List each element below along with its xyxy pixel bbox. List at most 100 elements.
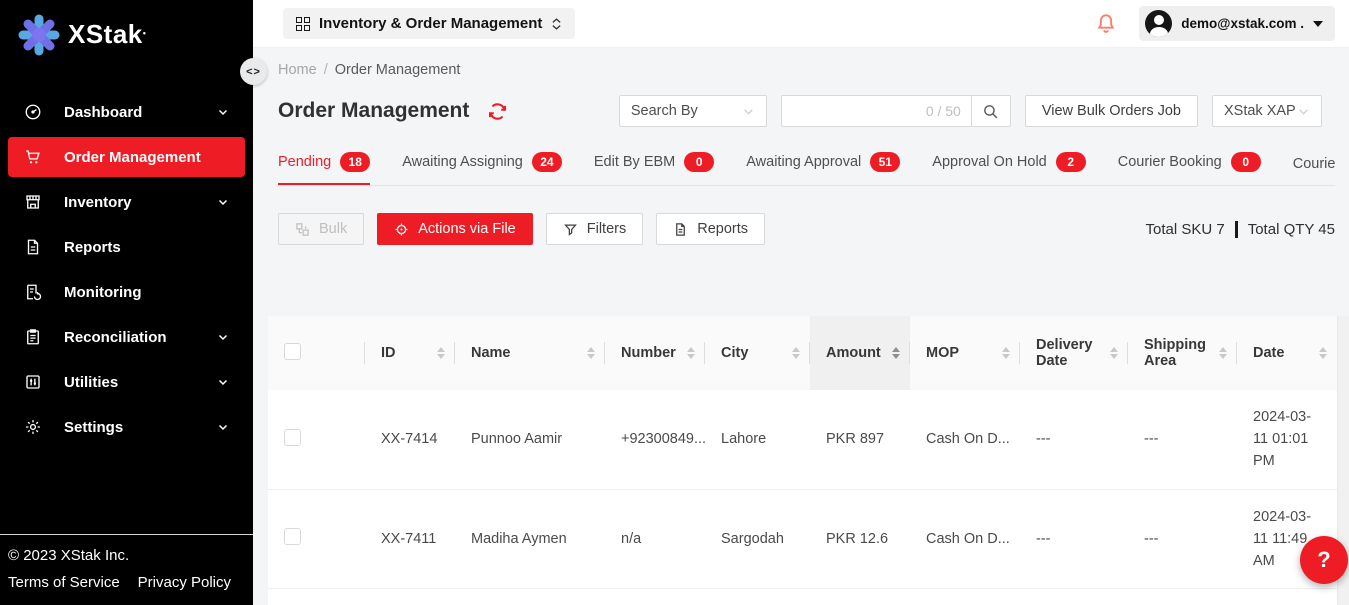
monitoring-icon: [24, 283, 42, 301]
tab-courier-booking[interactable]: Courier Booking 0: [1118, 148, 1261, 185]
actions-via-file-button[interactable]: Actions via File: [377, 213, 533, 245]
bulk-icon: [295, 222, 310, 237]
header-delivery-date[interactable]: Delivery Date: [1020, 316, 1128, 390]
cell-mop: Cash On D...: [910, 489, 1020, 588]
header-shipping-area[interactable]: Shipping Area: [1128, 316, 1237, 390]
sort-icon[interactable]: [792, 347, 800, 359]
sidebar-footer: © 2023 XStak Inc. Terms of Service Priva…: [0, 534, 253, 605]
sidebar-item-dashboard[interactable]: Dashboard: [8, 92, 245, 132]
user-menu-button[interactable]: demo@xstak.com .: [1139, 6, 1335, 41]
sort-icon[interactable]: [892, 347, 900, 359]
avatar: [1145, 10, 1172, 37]
tab-count-badge: 24: [532, 152, 562, 172]
header-amount[interactable]: Amount: [810, 316, 910, 390]
header-mop[interactable]: MOP: [910, 316, 1020, 390]
sidebar-item-monitoring[interactable]: Monitoring: [8, 272, 245, 312]
view-bulk-orders-button[interactable]: View Bulk Orders Job: [1025, 95, 1198, 127]
header-select-all: [268, 316, 365, 390]
cell-delivery-date: ---: [1020, 588, 1128, 605]
main-area: Inventory & Order Management demo@xstak.…: [253, 0, 1349, 605]
tab-courier-processing[interactable]: Courier Processing: [1293, 152, 1335, 185]
chevron-down-icon: [217, 106, 229, 118]
header-id[interactable]: ID: [365, 316, 455, 390]
title-row: Order Management Search By: [278, 95, 1322, 127]
filters-button[interactable]: Filters: [546, 213, 643, 245]
cell-city: Sargodah: [705, 489, 810, 588]
xstak-xap-select[interactable]: XStak XAP: [1212, 95, 1322, 127]
bulk-button[interactable]: Bulk: [278, 213, 364, 245]
table-row[interactable]: XX-7414 Punnoo Aamir +92300849... Lahore…: [268, 390, 1337, 489]
target-icon: [394, 222, 409, 237]
sidebar-item-reports[interactable]: Reports: [8, 227, 245, 267]
cell-city: Lahore: [705, 390, 810, 489]
sort-icon[interactable]: [587, 347, 595, 359]
tab-label: Awaiting Assigning: [402, 154, 523, 170]
select-all-checkbox[interactable]: [284, 343, 301, 360]
sort-icon[interactable]: [1002, 347, 1010, 359]
tab-awaiting-assigning[interactable]: Awaiting Assigning 24: [402, 148, 562, 185]
cell-name: Madiha Aymen: [455, 588, 605, 605]
sort-icon[interactable]: [1219, 347, 1227, 359]
breadcrumb-current: Order Management: [335, 62, 461, 78]
table-row[interactable]: XX-7411 Madiha Aymen n/a Sargodah PKR 12…: [268, 489, 1337, 588]
row-checkbox[interactable]: [284, 528, 301, 545]
terms-of-service-link[interactable]: Terms of Service: [8, 574, 120, 591]
cell-delivery-date: ---: [1020, 489, 1128, 588]
sidebar-item-reconciliation[interactable]: Reconciliation: [8, 317, 245, 357]
sidebar-item-label: Utilities: [64, 374, 118, 391]
tab-label: Edit By EBM: [594, 154, 675, 170]
table-toolbar: Bulk Actions via File Filters Reports To…: [278, 213, 1335, 245]
chevron-down-icon: [217, 331, 229, 343]
breadcrumb-separator: /: [324, 62, 328, 78]
breadcrumb-home[interactable]: Home: [278, 62, 317, 78]
cell-mop: Cash On D...: [910, 588, 1020, 605]
sidebar-item-order-management[interactable]: Order Management: [8, 137, 245, 177]
reports-button-label: Reports: [697, 221, 748, 237]
notifications-bell-icon[interactable]: [1095, 12, 1117, 36]
search-group: 0 / 50: [781, 95, 1011, 127]
tab-label: Courier Processing: [1293, 156, 1335, 172]
tab-awaiting-approval[interactable]: Awaiting Approval 51: [746, 148, 900, 185]
reports-button[interactable]: Reports: [656, 213, 765, 245]
privacy-policy-link[interactable]: Privacy Policy: [138, 574, 231, 591]
search-button[interactable]: [971, 95, 1011, 127]
sort-icon[interactable]: [1319, 347, 1327, 359]
cell-shipping-area: ---: [1128, 588, 1237, 605]
row-select-cell: [268, 390, 365, 489]
brand-logo: XStak•: [0, 0, 253, 78]
tab-edit-by-ebm[interactable]: Edit By EBM 0: [594, 148, 714, 185]
sort-icon[interactable]: [437, 347, 445, 359]
cell-number: n/a: [605, 588, 705, 605]
header-name[interactable]: Name: [455, 316, 605, 390]
header-city[interactable]: City: [705, 316, 810, 390]
header-number[interactable]: Number: [605, 316, 705, 390]
sidebar-item-label: Order Management: [64, 149, 201, 166]
caret-down-icon: [1313, 21, 1323, 27]
search-input[interactable]: [792, 103, 926, 119]
chevron-down-icon: [1297, 105, 1310, 118]
help-button[interactable]: ?: [1300, 536, 1348, 584]
sidebar-nav: Dashboard Order Management Inventory: [0, 78, 253, 452]
row-checkbox[interactable]: [284, 429, 301, 446]
sidebar-item-utilities[interactable]: Utilities: [8, 362, 245, 402]
search-by-select[interactable]: Search By: [619, 95, 767, 127]
sidebar-collapse-button[interactable]: <>: [240, 58, 267, 85]
tab-approval-on-hold[interactable]: Approval On Hold 2: [932, 148, 1085, 185]
total-qty: Total QTY 45: [1248, 221, 1335, 238]
sort-icon[interactable]: [687, 347, 695, 359]
sort-icon[interactable]: [1110, 347, 1118, 359]
store-icon: [24, 193, 42, 211]
cell-amount: PKR 17.15: [810, 588, 910, 605]
refresh-icon[interactable]: [487, 101, 508, 122]
header-date[interactable]: Date: [1237, 316, 1337, 390]
xstak-logo-icon: [18, 14, 60, 56]
tab-pending[interactable]: Pending 18: [278, 148, 370, 185]
sidebar-item-inventory[interactable]: Inventory: [8, 182, 245, 222]
sidebar-item-label: Reports: [64, 239, 121, 256]
page-title: Order Management: [278, 99, 469, 123]
total-sku: Total SKU 7: [1146, 221, 1225, 238]
sidebar-item-settings[interactable]: Settings: [8, 407, 245, 447]
search-char-counter: 0 / 50: [926, 103, 961, 119]
table-row[interactable]: XX-7409 Madiha Aymen n/a Sargodah PKR 17…: [268, 588, 1337, 605]
app-switcher-button[interactable]: Inventory & Order Management: [283, 8, 575, 39]
